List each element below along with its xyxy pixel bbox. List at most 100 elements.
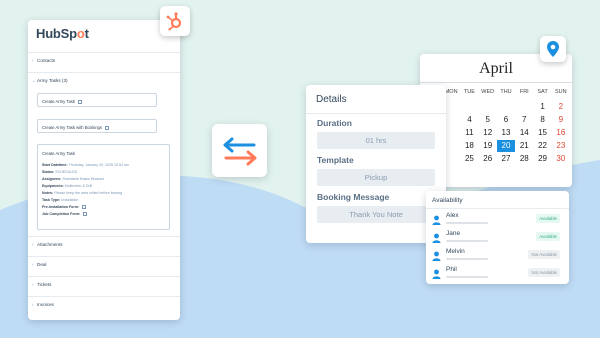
availability-row[interactable]: Alex Available: [432, 212, 564, 230]
calendar-day[interactable]: 20: [496, 140, 516, 152]
calendar-day[interactable]: 15: [533, 127, 551, 139]
placeholder-bar: [446, 240, 488, 242]
availability-title: Availability: [432, 197, 463, 204]
template-field[interactable]: Pickup: [317, 169, 435, 186]
calendar-day[interactable]: 6: [497, 114, 515, 126]
attachments-section[interactable]: › Attachments: [28, 236, 180, 256]
chevron-down-icon: ⌄: [32, 78, 36, 83]
user-icon: [432, 269, 441, 279]
calendar-week-row: 25 26 27 28 29 30: [442, 153, 570, 165]
placeholder-bar: [446, 258, 488, 260]
calendar-day[interactable]: 21: [515, 140, 533, 152]
template-label: Template: [317, 155, 354, 165]
contacts-section[interactable]: › Contacts: [28, 52, 180, 72]
calendar-day[interactable]: 13: [497, 127, 515, 139]
hubspot-logo: HubSpot: [36, 26, 89, 41]
deal-section[interactable]: › Deal: [28, 256, 180, 276]
notes: Notes: Please keep the area ceiled befor…: [42, 191, 123, 195]
divider: [306, 113, 446, 114]
weekday-label: FRI: [519, 89, 529, 95]
assignees: Assignees: Shamlanin Basim Bhasani: [42, 177, 105, 181]
placeholder-bar: [446, 222, 488, 224]
army-task-title[interactable]: Create Army Task: [42, 151, 75, 156]
calendar-week-row: 456789: [442, 114, 570, 126]
chevron-right-icon: ›: [32, 242, 34, 247]
pre-installation-form-link[interactable]: Pre-Installation Form:: [42, 205, 87, 210]
task-type: Task Type: Installation: [42, 198, 79, 202]
calendar-day[interactable]: 14: [515, 127, 533, 139]
create-army-task-button[interactable]: Create Army Task: [37, 93, 157, 107]
user-icon: [432, 215, 441, 225]
placeholder-bar: [446, 276, 488, 278]
calendar-day[interactable]: 16: [552, 127, 570, 139]
calendar-day[interactable]: 2: [552, 101, 570, 113]
calendar-day[interactable]: 8: [533, 114, 551, 126]
weekday-label: THU: [500, 89, 512, 95]
calendar-day: [460, 101, 478, 113]
calendar-day[interactable]: 25: [460, 153, 478, 165]
calendar-day[interactable]: 5: [479, 114, 497, 126]
equipments: Equipments: Multimeter & Drill: [42, 184, 93, 188]
weekday-label: SAT: [537, 89, 548, 95]
calendar-day[interactable]: 29: [533, 153, 551, 165]
job-completion-form-link[interactable]: Job Completion Form:: [42, 212, 88, 217]
person-name: Alex: [446, 212, 459, 219]
person-name: Phil: [446, 266, 457, 273]
external-link-icon: [104, 125, 109, 130]
tickets-section[interactable]: › Tickets: [28, 276, 180, 296]
calendar-day[interactable]: 27: [497, 153, 515, 165]
calendar-day[interactable]: 1: [533, 101, 551, 113]
invoices-section[interactable]: › Invoices: [28, 296, 180, 316]
weekday-label: SUN: [555, 89, 567, 95]
calendar-day[interactable]: 22: [533, 140, 551, 152]
hubspot-sprocket-icon: [160, 6, 190, 36]
army-task-card: Create Army Task Start Datetime: Thursda…: [37, 144, 170, 230]
hubspot-record-panel: HubSpot › Contacts ⌄ Army Tasks (3) Create…: [28, 20, 180, 320]
chevron-right-icon: ›: [32, 302, 34, 307]
calendar-day[interactable]: 26: [479, 153, 497, 165]
user-icon: [432, 233, 441, 243]
chevron-right-icon: ›: [32, 282, 34, 287]
external-link-icon: [83, 212, 88, 217]
calendar-day: [479, 101, 497, 113]
start-datetime: Start Datetime: Thursday, January 20, 20…: [42, 163, 129, 167]
duration-field[interactable]: 01 hrs: [317, 132, 435, 149]
calendar-day[interactable]: 30: [552, 153, 570, 165]
status-badge: Available: [536, 214, 560, 223]
person-name: Melvin: [446, 248, 465, 255]
availability-card: Availability Alex Available Jane Available M…: [426, 191, 569, 284]
calendar-day[interactable]: 28: [515, 153, 533, 165]
availability-row[interactable]: Phil Not Available: [432, 266, 564, 284]
external-link-icon: [77, 99, 82, 104]
calendar-month: April: [479, 60, 513, 77]
calendar-day[interactable]: 4: [460, 114, 478, 126]
calendar-day[interactable]: 12: [479, 127, 497, 139]
location-pin-icon: [540, 36, 566, 62]
calendar-day[interactable]: 7: [515, 114, 533, 126]
calendar-day[interactable]: 18: [460, 140, 478, 152]
user-icon: [432, 251, 441, 261]
calendar-day[interactable]: 11: [460, 127, 478, 139]
calendar-weekday-header: MON TUE WED THU FRI SAT SUN: [442, 89, 570, 95]
person-name: Jane: [446, 230, 461, 237]
create-army-task-bookings-button[interactable]: Create Army Task with Bookings: [37, 119, 157, 133]
sync-arrows-icon: [223, 137, 256, 165]
availability-row[interactable]: Jane Available: [432, 230, 564, 248]
sync-arrows-card: [212, 124, 267, 177]
calendar-day[interactable]: 23: [552, 140, 570, 152]
availability-row[interactable]: Melvin Not Available: [432, 248, 564, 266]
details-title: Details: [316, 94, 347, 105]
weekday-label: WED: [481, 89, 495, 95]
status: Status: SCHEDULED: [42, 170, 78, 174]
calendar-day[interactable]: 19: [479, 140, 497, 152]
weekday-label: TUE: [463, 89, 475, 95]
calendar-day[interactable]: 9: [552, 114, 570, 126]
external-link-icon: [82, 205, 87, 210]
calendar-week-row: 18 19 20 21 22 23: [442, 140, 570, 152]
booking-message-field[interactable]: Thank You Note: [317, 206, 435, 223]
chevron-right-icon: ›: [32, 262, 34, 267]
booking-message-label: Booking Message: [317, 192, 390, 202]
duration-label: Duration: [317, 118, 352, 128]
chevron-right-icon: ›: [32, 58, 34, 63]
status-badge: Not Available: [528, 268, 560, 277]
